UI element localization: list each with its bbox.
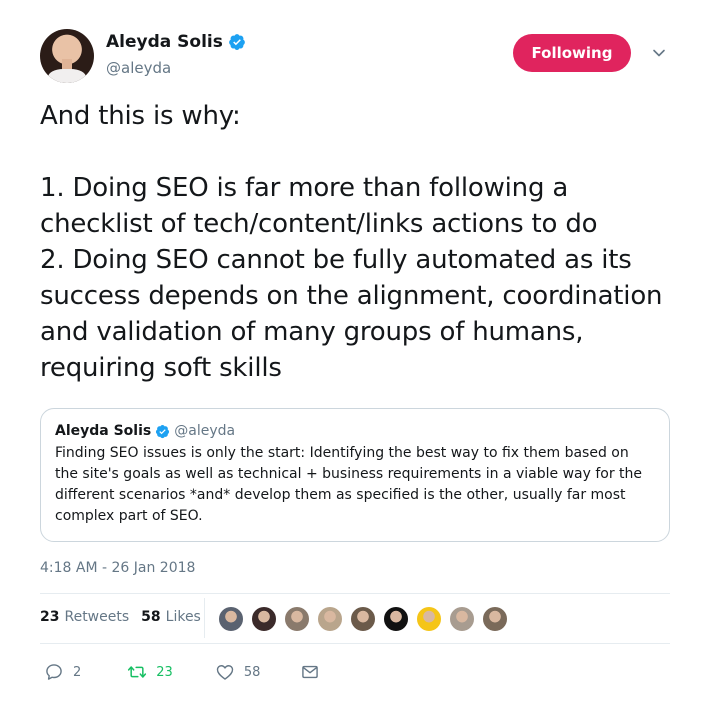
verified-badge-icon — [156, 424, 170, 438]
likes-stat[interactable]: 58 Likes — [141, 609, 201, 625]
liker-avatar[interactable] — [251, 606, 277, 632]
author-avatar[interactable] — [40, 29, 94, 83]
divider — [40, 643, 670, 644]
quoted-tweet-text: Finding SEO issues is only the start: Id… — [55, 445, 643, 524]
liker-avatar[interactable] — [416, 606, 442, 632]
liker-avatar[interactable] — [482, 606, 508, 632]
tweet-actions: 2 23 58 — [44, 662, 320, 682]
author-name[interactable]: Aleyda Solis — [106, 32, 223, 52]
liker-avatar[interactable] — [218, 606, 244, 632]
reply-button[interactable]: 2 — [44, 662, 81, 682]
likes-count: 58 — [141, 609, 161, 625]
following-button[interactable]: Following — [513, 34, 631, 72]
tweet-stats: 23 Retweets 58 Likes — [40, 609, 201, 625]
direct-message-button[interactable] — [300, 662, 320, 682]
quoted-tweet[interactable]: Aleyda Solis @aleyda Finding SEO issues … — [40, 408, 670, 542]
verified-badge-icon — [228, 34, 245, 50]
chevron-down-icon[interactable] — [652, 46, 666, 60]
retweets-label: Retweets — [64, 609, 130, 625]
like-button[interactable]: 58 — [215, 662, 261, 682]
quoted-author-handle: @aleyda — [174, 423, 236, 439]
quoted-tweet-header: Aleyda Solis @aleyda — [55, 423, 655, 439]
liker-avatar[interactable] — [350, 606, 376, 632]
direct-message-icon — [302, 665, 319, 679]
liker-avatar[interactable] — [317, 606, 343, 632]
liker-avatar[interactable] — [383, 606, 409, 632]
quoted-author-name: Aleyda Solis — [55, 423, 152, 439]
reply-count: 2 — [73, 664, 82, 680]
tweet-text: And this is why: 1. Doing SEO is far mor… — [40, 101, 663, 383]
like-count: 58 — [243, 664, 261, 680]
retweet-count: 23 — [156, 664, 173, 680]
divider — [40, 593, 670, 594]
liker-avatar[interactable] — [284, 606, 310, 632]
liker-avatar[interactable] — [449, 606, 475, 632]
retweets-stat[interactable]: 23 Retweets — [40, 609, 129, 625]
likes-label: Likes — [165, 609, 201, 625]
tweet-timestamp[interactable]: 4:18 AM - 26 Jan 2018 — [40, 560, 195, 576]
author-name-line: Aleyda Solis — [106, 32, 246, 52]
retweet-button[interactable]: 23 — [127, 662, 173, 682]
likers-avatars — [218, 606, 515, 632]
retweets-count: 23 — [40, 609, 60, 625]
author-handle[interactable]: @aleyda — [106, 59, 171, 77]
reply-icon — [46, 664, 62, 680]
like-icon — [216, 665, 234, 680]
retweet-icon — [128, 666, 147, 678]
stats-separator — [204, 598, 205, 638]
